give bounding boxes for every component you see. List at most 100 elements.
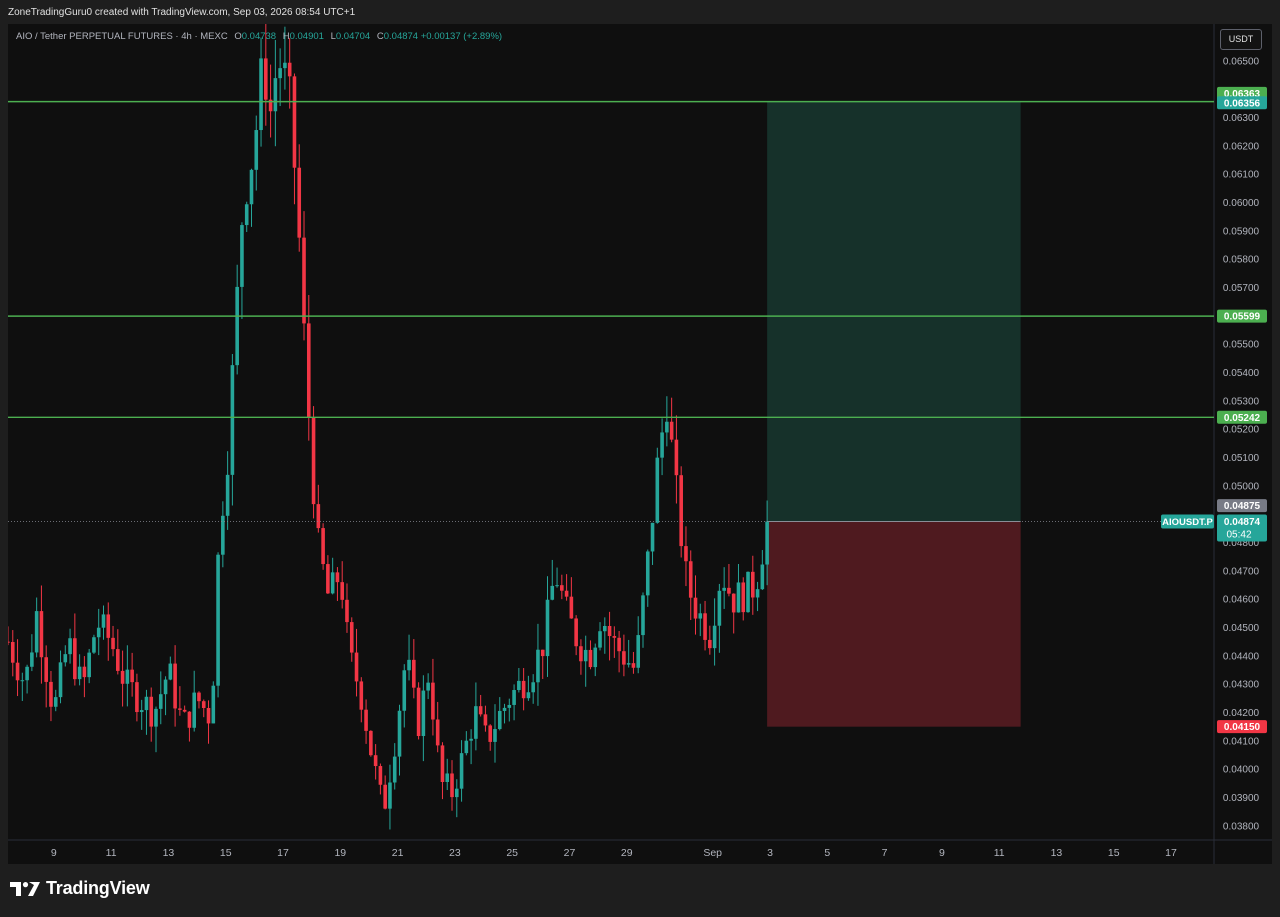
long-position-tool[interactable] [767,101,1021,727]
candle-body [478,706,483,715]
candle-body [712,625,717,649]
candle-body [450,773,454,798]
candle-body [349,622,354,653]
stop-zone[interactable] [767,521,1021,727]
candle-body [622,651,626,665]
candle-body [58,662,63,698]
candle-body [665,421,669,433]
candle-body [493,729,497,742]
candle-body [206,707,211,724]
time-tick-label: 5 [824,847,830,859]
time-tick-label: 13 [1051,847,1063,859]
candle-body [163,679,168,695]
candle-body [273,78,278,112]
candle-body [77,666,82,680]
time-tick-label: 9 [939,847,945,859]
price-tick-label: 0.06100 [1223,170,1260,181]
high-label: H [282,31,290,42]
candles [8,24,769,830]
price-tag: 0.06356 [1224,98,1261,109]
tradingview-logo-icon [10,881,40,896]
price-tag: 0.04875 [1224,501,1261,512]
price-tag: 0.05242 [1224,413,1261,424]
time-axis[interactable]: 9 11 13 15 17 19 21 23 25 27 29 Sep 3 5 7 9 11 13 15 17 [51,847,1177,859]
candle-body [555,585,559,587]
candle-body [73,638,77,680]
candle-body [240,225,244,287]
candle-body [158,694,163,709]
time-tick-label: 17 [1165,847,1177,859]
candle-body [192,692,196,728]
candle-body [101,614,106,628]
time-tick-label: 3 [767,847,773,859]
candle-body [354,652,359,682]
candle-body [359,681,364,710]
time-tick-label: 11 [106,847,117,859]
candle-body [306,323,311,418]
candle-body [669,421,674,440]
tradingview-logo[interactable]: TradingView [10,878,150,899]
candle-body [502,707,507,711]
candle-body [645,551,650,596]
candle-body [178,708,182,710]
price-tick-label: 0.06200 [1223,141,1260,152]
bar-countdown: 05:42 [1226,530,1251,541]
candle-body [497,710,502,730]
footer [0,864,1280,917]
chart-canvas[interactable]: 0.06500 0.06300 0.06200 0.06100 0.06000 0.059… [0,0,1280,917]
profit-zone[interactable] [767,101,1021,522]
candle-body [335,572,340,583]
candle-body [569,596,574,619]
time-tick-label: 19 [334,847,346,859]
candle-body [660,432,664,458]
candle-body [53,697,58,707]
candle-body [392,756,397,783]
open-value: 0.04738 [241,31,277,42]
candle-body [750,571,755,598]
price-tick-label: 0.03800 [1223,821,1260,832]
candle-body [741,582,746,613]
price-axis[interactable]: 0.06500 0.06300 0.06200 0.06100 0.06000 0.059… [1223,56,1260,832]
currency-button[interactable]: USDT [1220,29,1262,50]
candle-body [182,709,187,712]
candle-body [397,710,402,757]
candle-body [674,439,679,476]
price-tick-label: 0.04100 [1223,736,1260,747]
candle-body [15,662,20,681]
candle-body [383,784,387,809]
candle-body [545,599,550,657]
price-tick-label: 0.06000 [1223,198,1260,209]
candle-body [259,58,263,131]
candle-body [602,626,607,632]
candle-body [469,738,473,741]
candle-body [388,782,392,809]
candle-body [440,745,445,783]
horizontal-levels[interactable] [8,100,1214,522]
candle-body [693,597,698,619]
candle-body [483,714,488,726]
price-tick-label: 0.04600 [1223,595,1260,606]
brand-name: TradingView [46,878,150,898]
time-tick-label: 23 [449,847,461,859]
candle-body [512,690,516,705]
price-tick-label: 0.04300 [1223,680,1260,691]
candle-body [302,237,306,324]
candle-body [316,504,321,529]
symbol-legend: AIO / Tether PERPETUAL FUTURES · 4h · ME… [16,31,502,42]
candle-body [765,521,769,565]
candle-body [412,659,416,688]
candle-body [39,611,44,658]
change-value: +0.00137 (+2.89%) [420,31,503,42]
candle-body [650,522,655,552]
price-tick-label: 0.04000 [1223,765,1260,776]
candle-body [20,680,25,682]
candle-body [235,286,239,366]
candle-body [550,585,555,600]
candle-body [435,719,440,746]
time-tick-label: 17 [277,847,289,859]
candle-body [426,682,430,691]
candle-body [63,654,68,663]
candle-body [149,696,154,727]
candle-body [230,365,235,475]
candle-body [44,657,48,682]
